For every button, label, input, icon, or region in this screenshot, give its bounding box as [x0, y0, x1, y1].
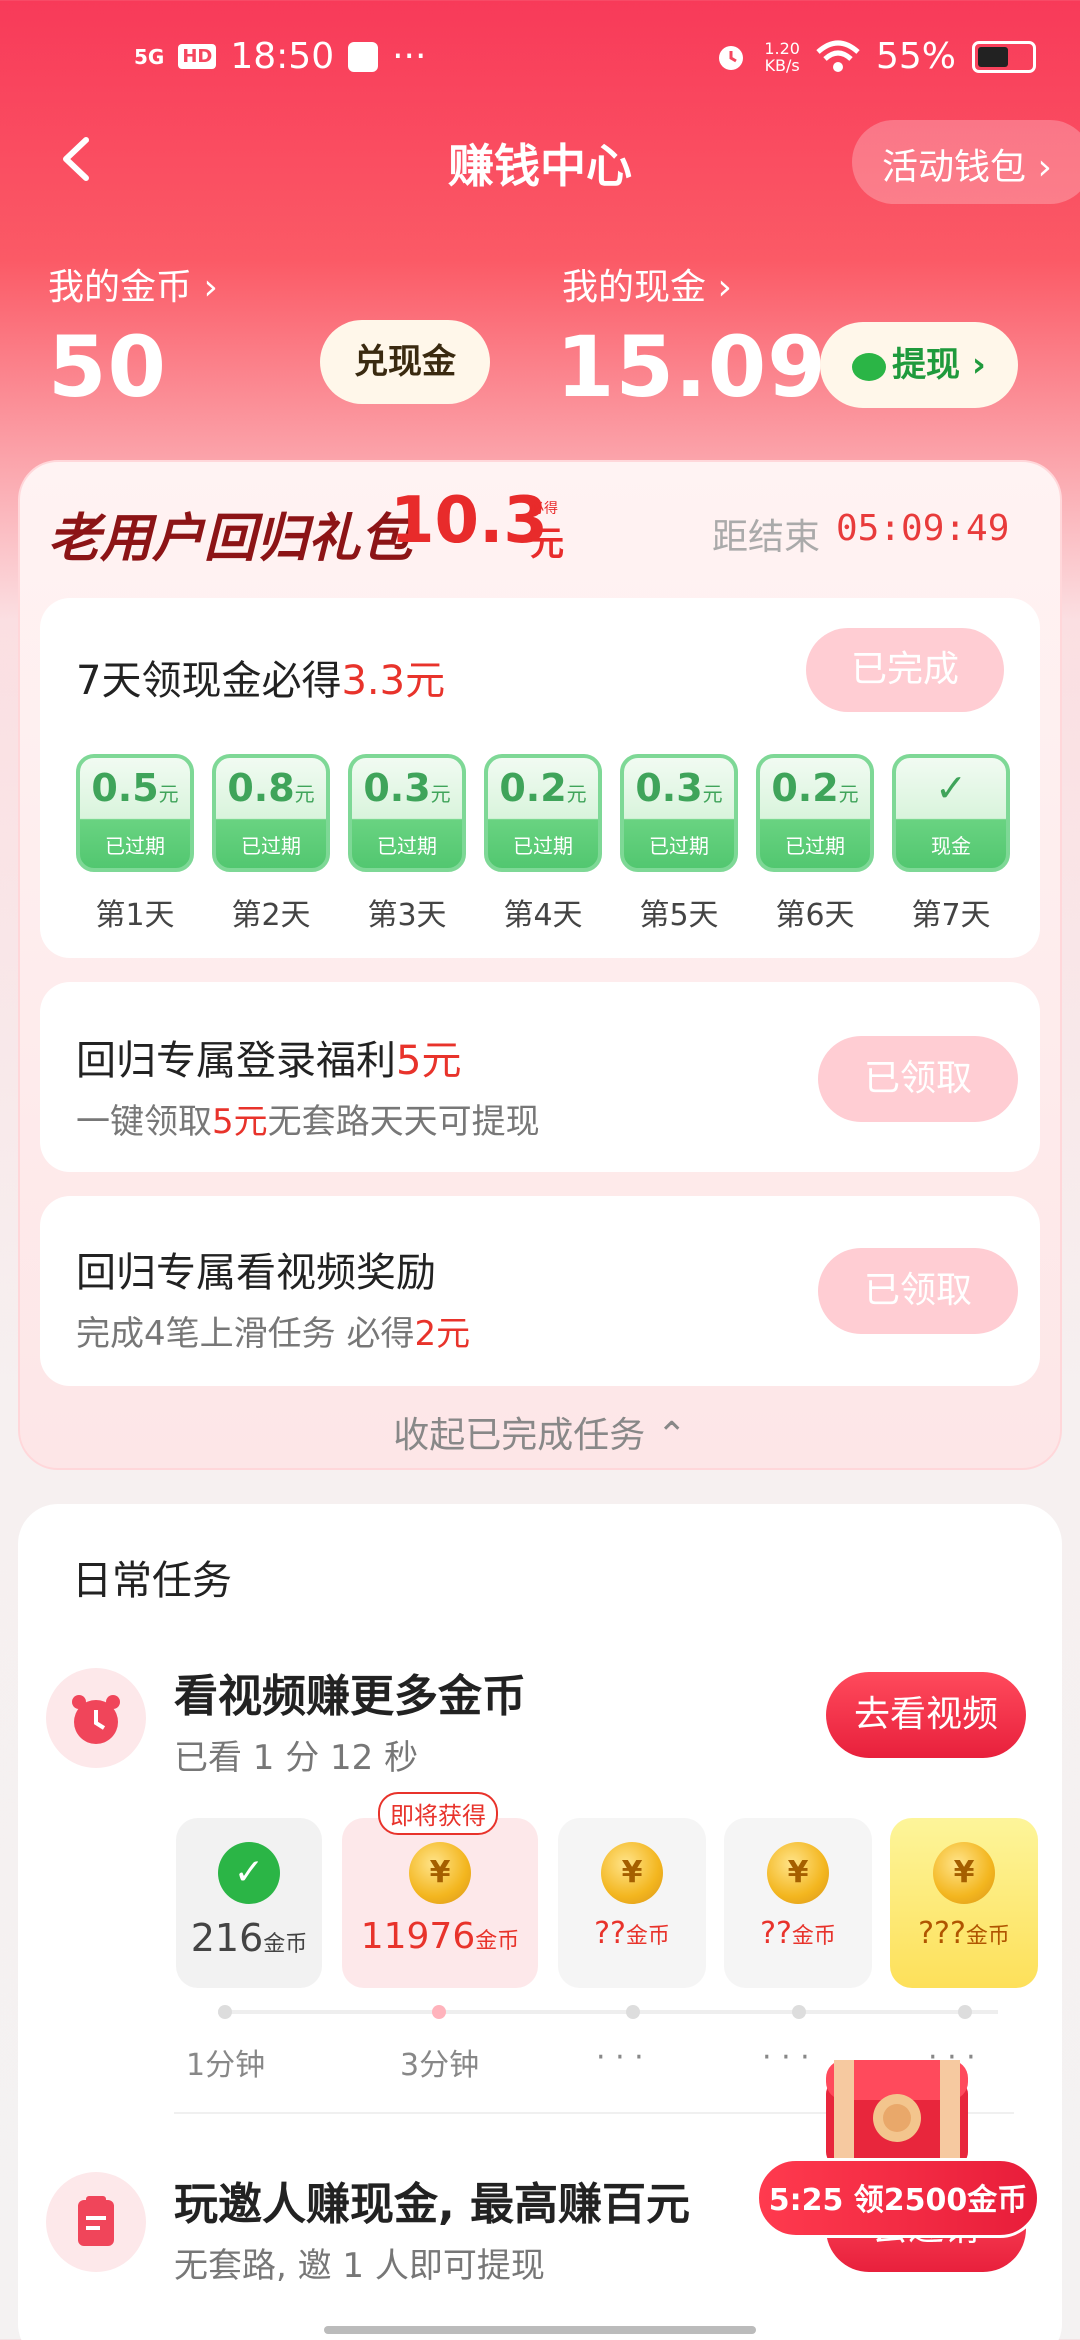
day-card-2: 0.8元 已过期: [212, 754, 330, 872]
reward-card-5: ¥ ???金币: [890, 1818, 1038, 1988]
seven-day-title: 7天领现金必得3.3元: [76, 658, 446, 704]
login-welfare-sub: 一键领取5元无套路天天可提现: [76, 1102, 540, 1142]
login-welfare-claimed-button[interactable]: 已领取: [818, 1036, 1018, 1122]
day-label-2: 第2天: [231, 898, 311, 933]
countdown-label: 距结束: [712, 517, 821, 558]
alarm-clock-icon: [46, 1668, 146, 1768]
day-label-5: 第5天: [639, 898, 719, 933]
video-reward-title: 回归专属看视频奖励: [76, 1250, 436, 1296]
coin-icon: ¥: [601, 1842, 663, 1904]
message-icon: [348, 41, 379, 72]
countdown-timer: 05:09:49: [836, 508, 1010, 549]
day-label-6: 第6天: [775, 898, 855, 933]
activity-wallet-button[interactable]: 活动钱包 ›: [852, 120, 1080, 204]
coin-icon: ¥: [767, 1842, 829, 1904]
my-coins-link[interactable]: 我的金币 ›: [48, 258, 218, 310]
upcoming-tag: 即将获得: [378, 1792, 498, 1835]
timeline-label-2: 3分钟: [400, 2048, 480, 2083]
seven-day-status-button[interactable]: 已完成: [806, 628, 1004, 712]
day-label-7: 第7天: [911, 898, 991, 933]
home-indicator[interactable]: [324, 2326, 756, 2334]
gift-title: 老用户回归礼包: [48, 509, 413, 569]
clock: 18:50: [230, 36, 335, 77]
status-bar: 5G HD 18:50 ··· 1.20 KB/s 55%: [0, 0, 1080, 118]
video-reward-claimed-button[interactable]: 已领取: [818, 1248, 1018, 1334]
more-dots: ···: [392, 36, 427, 77]
timeline-dot: [626, 2005, 640, 2019]
timeline-label-1: 1分钟: [186, 2048, 266, 2083]
video-reward-sub: 完成4笔上滑任务 必得2元: [76, 1314, 471, 1354]
battery-icon: [972, 40, 1036, 73]
check-icon: ✓: [935, 766, 967, 810]
day-card-7: ✓ 现金: [892, 754, 1010, 872]
day-label-1: 第1天: [95, 898, 175, 933]
day-card-1: 0.5元 已过期: [76, 754, 194, 872]
timeline-dot: [792, 2005, 806, 2019]
signal-icon: 5G: [134, 44, 165, 69]
daily-tasks-title: 日常任务: [72, 1558, 232, 1604]
net-speed: 1.20 KB/s: [764, 38, 800, 75]
battery-percent: 55%: [875, 36, 956, 77]
watch-video-sub: 已看 1 分 12 秒: [174, 1738, 419, 1778]
cash-value: 15.09: [556, 318, 827, 416]
invite-sub: 无套路, 邀 1 人即可提现: [174, 2246, 545, 2286]
collapse-completed-tasks[interactable]: 收起已完成任务 ⌃: [0, 1406, 1080, 1458]
reward-card-1: ✓ 216金币: [176, 1818, 322, 1988]
coin-icon: ¥: [409, 1842, 471, 1904]
gift-badge: 必得: [530, 501, 558, 517]
coins-value: 50: [48, 318, 167, 416]
coin-stack-icon: ¥: [933, 1842, 995, 1904]
invite-title: 玩邀人赚现金, 最高赚百元: [174, 2179, 691, 2230]
timeline-dot: [958, 2005, 972, 2019]
go-watch-video-button[interactable]: 去看视频: [826, 1672, 1026, 1758]
timeline-dot: [432, 2005, 446, 2019]
login-welfare-title: 回归专属登录福利5元: [76, 1038, 462, 1084]
day-card-3: 0.3元 已过期: [348, 754, 466, 872]
exchange-cash-button[interactable]: 兑现金: [320, 320, 490, 404]
reward-card-4: ¥ ??金币: [724, 1818, 872, 1988]
progress-timeline: [218, 2010, 998, 2014]
check-circle-icon: ✓: [218, 1842, 280, 1904]
gift-yuan: 元: [530, 524, 564, 564]
floating-reward-badge[interactable]: 5:25 领2500金币: [756, 2158, 1040, 2238]
day-card-5: 0.3元 已过期: [620, 754, 738, 872]
wifi-icon: [816, 40, 860, 72]
timeline-label-4: · · ·: [762, 2040, 810, 2075]
timeline-label-3: · · ·: [596, 2040, 644, 2075]
alarm-icon: [719, 45, 744, 70]
timeline-dot: [218, 2005, 232, 2019]
watch-video-title: 看视频赚更多金币: [174, 1671, 526, 1722]
day-card-4: 0.2元 已过期: [484, 754, 602, 872]
wechat-icon: [852, 352, 887, 381]
clipboard-icon: [46, 2172, 146, 2272]
gift-amount: 10.3: [390, 484, 548, 558]
my-cash-link[interactable]: 我的现金 ›: [562, 258, 732, 310]
hd-badge: HD: [178, 44, 217, 69]
reward-card-2: ¥ 11976金币: [342, 1818, 538, 1988]
day-label-3: 第3天: [367, 898, 447, 933]
reward-card-3: ¥ ??金币: [558, 1818, 706, 1988]
withdraw-button[interactable]: 提现 ›: [820, 322, 1018, 408]
day-label-4: 第4天: [503, 898, 583, 933]
day-card-6: 0.2元 已过期: [756, 754, 874, 872]
